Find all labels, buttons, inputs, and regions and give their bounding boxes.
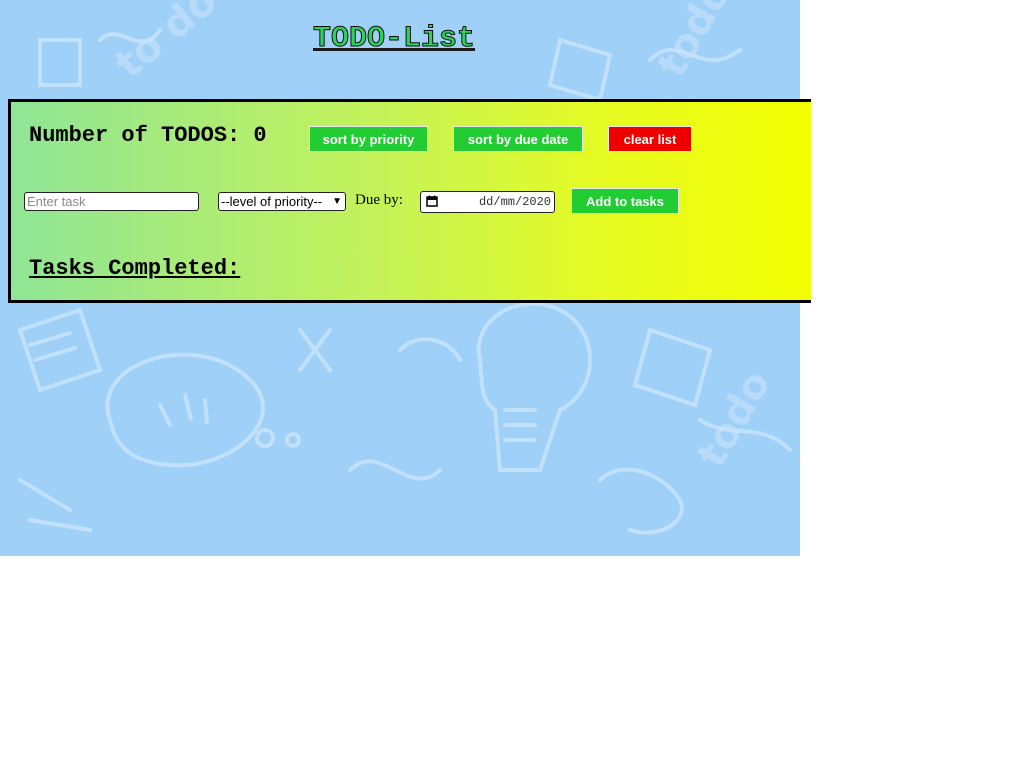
add-to-tasks-button[interactable]: Add to tasks bbox=[571, 188, 679, 214]
clear-list-button[interactable]: clear list bbox=[608, 126, 692, 152]
priority-select-value: --level of priority-- bbox=[221, 194, 323, 209]
sort-by-priority-button[interactable]: sort by priority bbox=[309, 126, 428, 152]
todo-count: Number of TODOS: 0 bbox=[29, 123, 267, 148]
date-placeholder: dd/mm/2020 bbox=[478, 195, 551, 209]
calendar-icon[interactable] bbox=[426, 195, 438, 207]
due-by-label: Due by: bbox=[355, 192, 403, 208]
priority-select[interactable]: --level of priority-- ▼ bbox=[218, 192, 346, 211]
sort-by-due-date-button[interactable]: sort by due date bbox=[453, 126, 583, 152]
page-title: TODO-List bbox=[312, 22, 476, 57]
svg-text:to do: to do bbox=[107, 0, 226, 88]
tasks-completed-heading: Tasks Completed: bbox=[29, 256, 241, 281]
chevron-down-icon: ▼ bbox=[332, 196, 342, 207]
task-input[interactable] bbox=[24, 192, 199, 211]
todo-panel: Number of TODOS: 0 sort by priority sort… bbox=[8, 99, 811, 303]
svg-text:todo: todo bbox=[649, 0, 740, 85]
due-date-input[interactable]: dd/mm/2020 bbox=[420, 191, 555, 213]
